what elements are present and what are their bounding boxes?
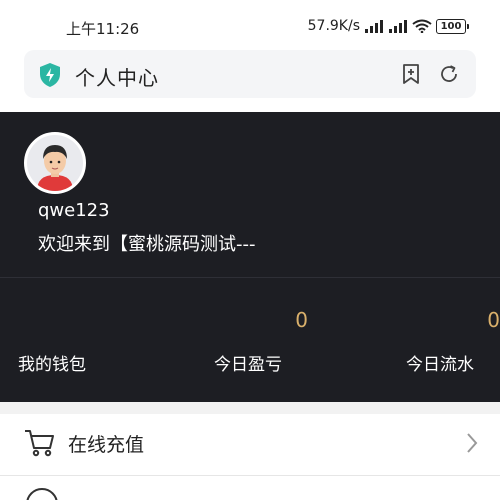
profile-panel: qwe123 欢迎来到【蜜桃源码测试--- 我的钱包 0 今日盈亏 0 今日流水 — [0, 112, 500, 402]
divider — [0, 475, 500, 476]
refresh-icon[interactable] — [438, 63, 460, 85]
cart-icon — [25, 430, 54, 457]
daily-pnl-value: 0 — [295, 308, 308, 332]
avatar[interactable] — [24, 132, 86, 194]
signal-icon-2 — [389, 20, 407, 33]
signal-icon — [365, 20, 383, 33]
battery-icon: 100 — [436, 18, 469, 34]
chevron-right-icon — [467, 433, 478, 453]
shield-icon — [40, 63, 60, 87]
wifi-icon — [412, 19, 432, 33]
status-indicators: 57.9K/s 100 — [307, 18, 469, 34]
wallet-stat[interactable]: 我的钱包 — [0, 308, 120, 375]
daily-pnl-stat[interactable]: 0 今日盈亏 — [188, 308, 308, 375]
address-bar[interactable]: 个人中心 — [24, 50, 476, 98]
menu-item-recharge[interactable]: 在线充值 — [0, 414, 500, 472]
network-speed: 57.9K/s — [307, 18, 360, 34]
partial-menu-icon — [26, 488, 58, 500]
welcome-message: 欢迎来到【蜜桃源码测试--- — [38, 234, 256, 255]
daily-flow-label: 今日流水 — [406, 355, 474, 375]
bookmark-add-icon[interactable] — [400, 63, 422, 85]
username: qwe123 — [38, 200, 110, 221]
page-title: 个人中心 — [75, 66, 159, 90]
daily-flow-stat[interactable]: 0 今日流水 — [380, 308, 500, 375]
daily-flow-value: 0 — [487, 308, 500, 332]
status-bar: 上午11:26 57.9K/s 100 — [0, 0, 500, 46]
wallet-label: 我的钱包 — [18, 355, 86, 375]
section-gap — [0, 402, 500, 414]
menu-item-label: 在线充值 — [68, 434, 145, 456]
divider — [0, 277, 500, 278]
avatar-icon — [27, 135, 83, 191]
daily-pnl-label: 今日盈亏 — [214, 355, 282, 375]
status-time: 上午11:26 — [66, 20, 140, 38]
